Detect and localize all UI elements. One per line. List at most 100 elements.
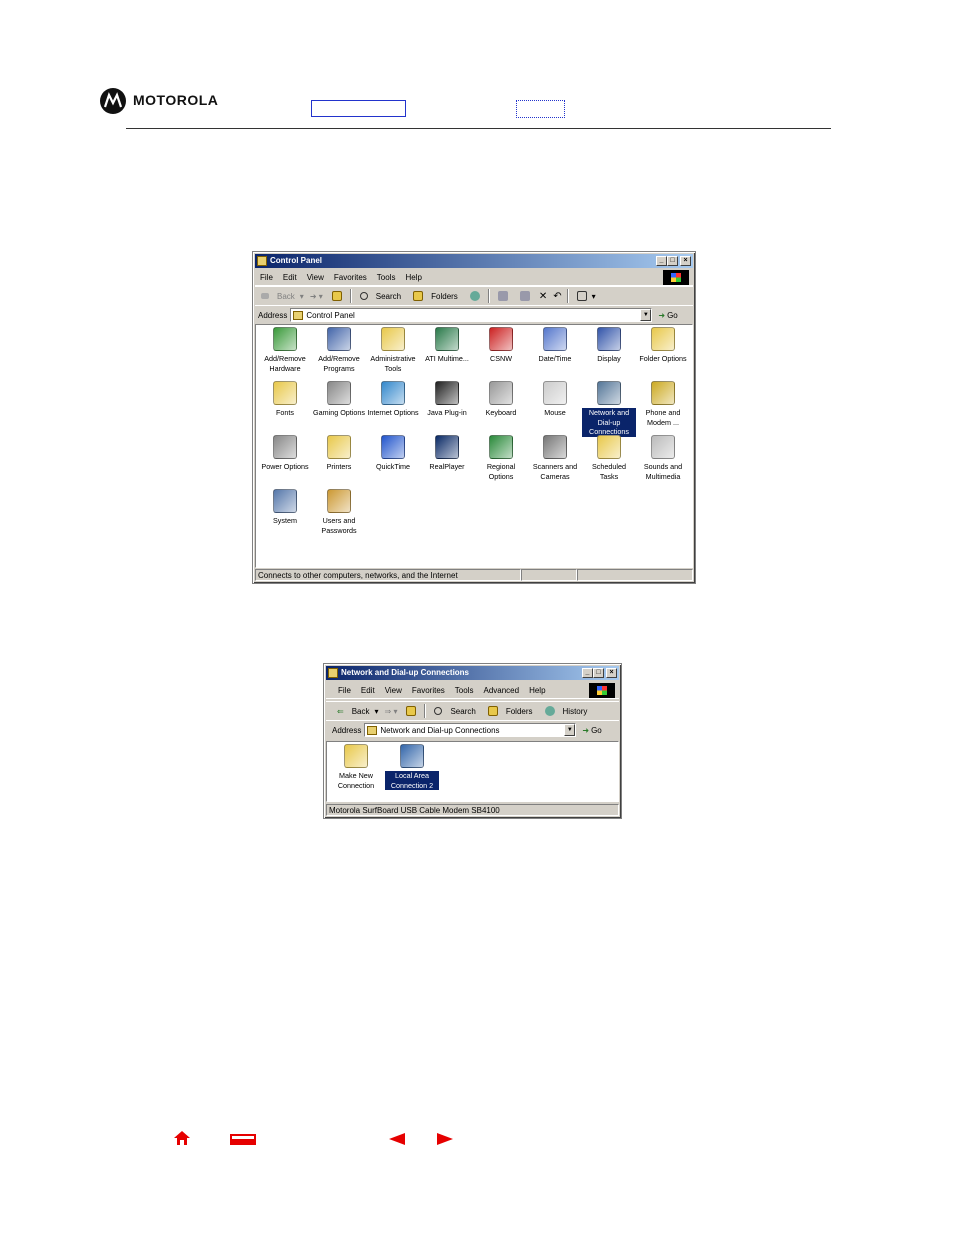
icon-item[interactable]: Add/Remove Hardware	[258, 327, 312, 373]
go-button[interactable]: ➜ Go	[658, 311, 677, 320]
previous-page-icon[interactable]	[389, 1133, 405, 1145]
icon-item[interactable]: Network and Dial-up Connections	[582, 381, 636, 437]
icon-item[interactable]: Add/Remove Programs	[312, 327, 366, 373]
minimize-button[interactable]: _	[656, 256, 667, 266]
menu-favorites[interactable]: Favorites	[334, 273, 367, 282]
folders-icon	[413, 291, 424, 301]
address-field[interactable]: Network and Dial-up Connections ▼	[364, 723, 577, 737]
menu-advanced[interactable]: Advanced	[483, 686, 519, 695]
menu-edit[interactable]: Edit	[283, 273, 297, 282]
icon-item[interactable]: Fonts	[258, 381, 312, 418]
icon-item[interactable]: QuickTime	[366, 435, 420, 472]
icon-item[interactable]: Scanners and Cameras	[528, 435, 582, 481]
folder-options-icon	[651, 327, 675, 351]
icon-item[interactable]: RealPlayer	[420, 435, 474, 472]
icon-item[interactable]: Phone and Modem ...	[636, 381, 690, 427]
menu-edit[interactable]: Edit	[361, 686, 375, 695]
status-text: Motorola SurfBoard USB Cable Modem SB410…	[326, 804, 619, 816]
icon-item[interactable]: Local Area Connection 2	[385, 744, 439, 790]
icon-label: Administrative Tools	[370, 354, 416, 373]
move-to-button[interactable]	[495, 291, 511, 301]
folders-icon	[487, 706, 498, 716]
address-value: Control Panel	[306, 310, 355, 320]
menu-help[interactable]: Help	[529, 686, 545, 695]
icon-item[interactable]: Power Options	[258, 435, 312, 472]
history-button[interactable]	[467, 291, 483, 301]
icon-item[interactable]: Internet Options	[366, 381, 420, 418]
window-title: Control Panel	[270, 256, 323, 265]
delete-button[interactable]: ✕	[539, 291, 547, 302]
menu-file[interactable]: File	[338, 686, 351, 695]
icon-item[interactable]: Scheduled Tasks	[582, 435, 636, 481]
history-label: History	[562, 706, 588, 716]
folders-button[interactable]: Folders	[485, 706, 536, 716]
views-button[interactable]: ▾	[574, 291, 596, 301]
menu-favorites[interactable]: Favorites	[412, 686, 445, 695]
address-bar: Address Network and Dial-up Connections …	[326, 720, 619, 739]
address-dropdown-button[interactable]: ▼	[640, 309, 652, 321]
network-connections-icon	[597, 381, 621, 405]
icon-view: Add/Remove Hardware Add/Remove Programs Ad…	[255, 324, 693, 568]
go-label: Go	[591, 725, 602, 735]
icon-item[interactable]: System	[258, 489, 312, 526]
history-button[interactable]: History	[542, 706, 591, 716]
maximize-button[interactable]: □	[667, 256, 678, 266]
address-field[interactable]: Control Panel ▼	[290, 308, 653, 322]
address-dropdown-button[interactable]: ▼	[564, 724, 576, 736]
toolbar: ⇐ Back ▾ ⇒ ▾ Search Folders History	[326, 701, 619, 721]
up-folder-button[interactable]	[329, 291, 345, 301]
icon-item[interactable]: Keyboard	[474, 381, 528, 418]
icon-item[interactable]: Display	[582, 327, 636, 364]
minimize-button[interactable]: _	[582, 668, 593, 678]
search-button[interactable]: Search	[431, 707, 478, 716]
menu-view[interactable]: View	[307, 273, 324, 282]
icon-label: Folder Options	[639, 354, 687, 363]
icon-item[interactable]: Date/Time	[528, 327, 582, 364]
address-folder-icon	[293, 310, 304, 320]
back-label: Back	[351, 706, 370, 716]
icon-item[interactable]: ATI Multime...	[420, 327, 474, 364]
menu-view[interactable]: View	[385, 686, 402, 695]
back-label: Back	[277, 291, 295, 301]
icon-item[interactable]: Gaming Options	[312, 381, 366, 418]
search-button[interactable]: Search	[357, 292, 404, 301]
undo-button[interactable]: ↶	[553, 291, 561, 302]
back-button[interactable]: ⇐ Back ▾	[334, 707, 379, 716]
go-label: Go	[667, 310, 678, 320]
icon-item[interactable]: Printers	[312, 435, 366, 472]
header-link-box[interactable]	[311, 100, 406, 117]
scanners-cameras-icon	[543, 435, 567, 459]
close-button[interactable]: ×	[680, 256, 691, 266]
maximize-button[interactable]: □	[593, 668, 604, 678]
home-icon[interactable]	[173, 1130, 191, 1146]
header-dotted-box[interactable]	[516, 100, 565, 118]
menu-help[interactable]: Help	[405, 273, 421, 282]
forward-button[interactable]: ⇒ ▾	[385, 707, 398, 716]
icon-item[interactable]: Java Plug-in	[420, 381, 474, 418]
close-button[interactable]: ×	[606, 668, 617, 678]
icon-item[interactable]: CSNW	[474, 327, 528, 364]
next-page-icon[interactable]	[437, 1133, 453, 1145]
up-folder-button[interactable]	[403, 706, 419, 716]
icon-item[interactable]: Regional Options	[474, 435, 528, 481]
icon-item[interactable]: Sounds and Multimedia	[636, 435, 690, 481]
folders-label: Folders	[505, 706, 533, 716]
sounds-multimedia-icon	[651, 435, 675, 459]
icon-item[interactable]: Administrative Tools	[366, 327, 420, 373]
icon-label: Scheduled Tasks	[592, 462, 626, 481]
icon-item[interactable]: Folder Options	[636, 327, 690, 364]
icon-label: Mouse	[544, 408, 566, 417]
back-button[interactable]: Back ▾	[258, 292, 304, 301]
folders-button[interactable]: Folders	[410, 291, 461, 301]
print-icon[interactable]	[230, 1134, 256, 1145]
menu-tools[interactable]: Tools	[455, 686, 474, 695]
icon-item[interactable]: Mouse	[528, 381, 582, 418]
menu-file[interactable]: File	[260, 273, 273, 282]
network-folder-icon	[328, 667, 338, 678]
copy-to-button[interactable]	[517, 291, 533, 301]
icon-item[interactable]: Make New Connection	[329, 744, 383, 790]
go-button[interactable]: ➜ Go	[582, 726, 601, 735]
icon-item[interactable]: Users and Passwords	[312, 489, 366, 535]
forward-button[interactable]: ➜ ▾	[310, 292, 323, 301]
menu-tools[interactable]: Tools	[377, 273, 396, 282]
